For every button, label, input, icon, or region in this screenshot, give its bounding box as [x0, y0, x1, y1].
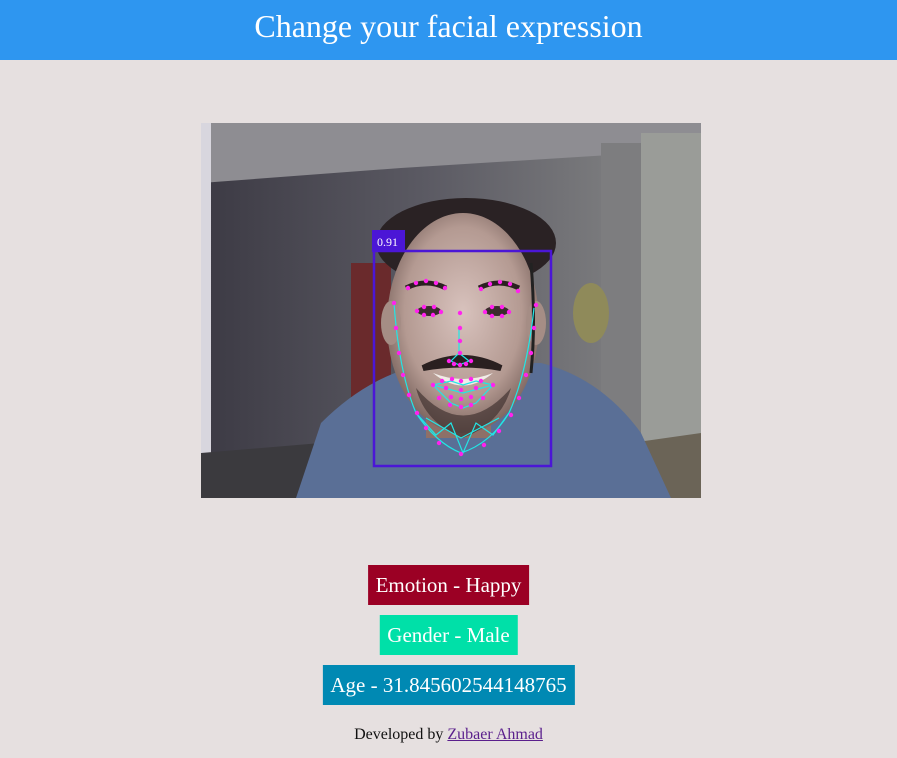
gender-result: Gender - Male — [379, 615, 518, 655]
left-wall-edge — [201, 123, 211, 498]
page-header: Change your facial expression — [0, 0, 897, 60]
webcam-video: 0.91 — [201, 123, 701, 498]
author-link[interactable]: Zubaer Ahmad — [447, 726, 543, 743]
emotion-result: Emotion - Happy — [367, 565, 530, 605]
footer-prefix: Developed by — [354, 726, 448, 743]
right-wall — [641, 133, 701, 463]
face — [387, 213, 539, 433]
left-eye — [417, 306, 441, 316]
age-result: Age - 31.845602544148765 — [322, 665, 575, 705]
page-title: Change your facial expression — [254, 8, 643, 44]
detection-score: 0.91 — [377, 235, 398, 249]
hanging-bag — [573, 283, 609, 343]
right-eye — [485, 306, 509, 316]
video-canvas: 0.91 — [201, 123, 701, 498]
footer: Developed by Zubaer Ahmad — [0, 724, 897, 746]
right-ear — [526, 301, 546, 345]
